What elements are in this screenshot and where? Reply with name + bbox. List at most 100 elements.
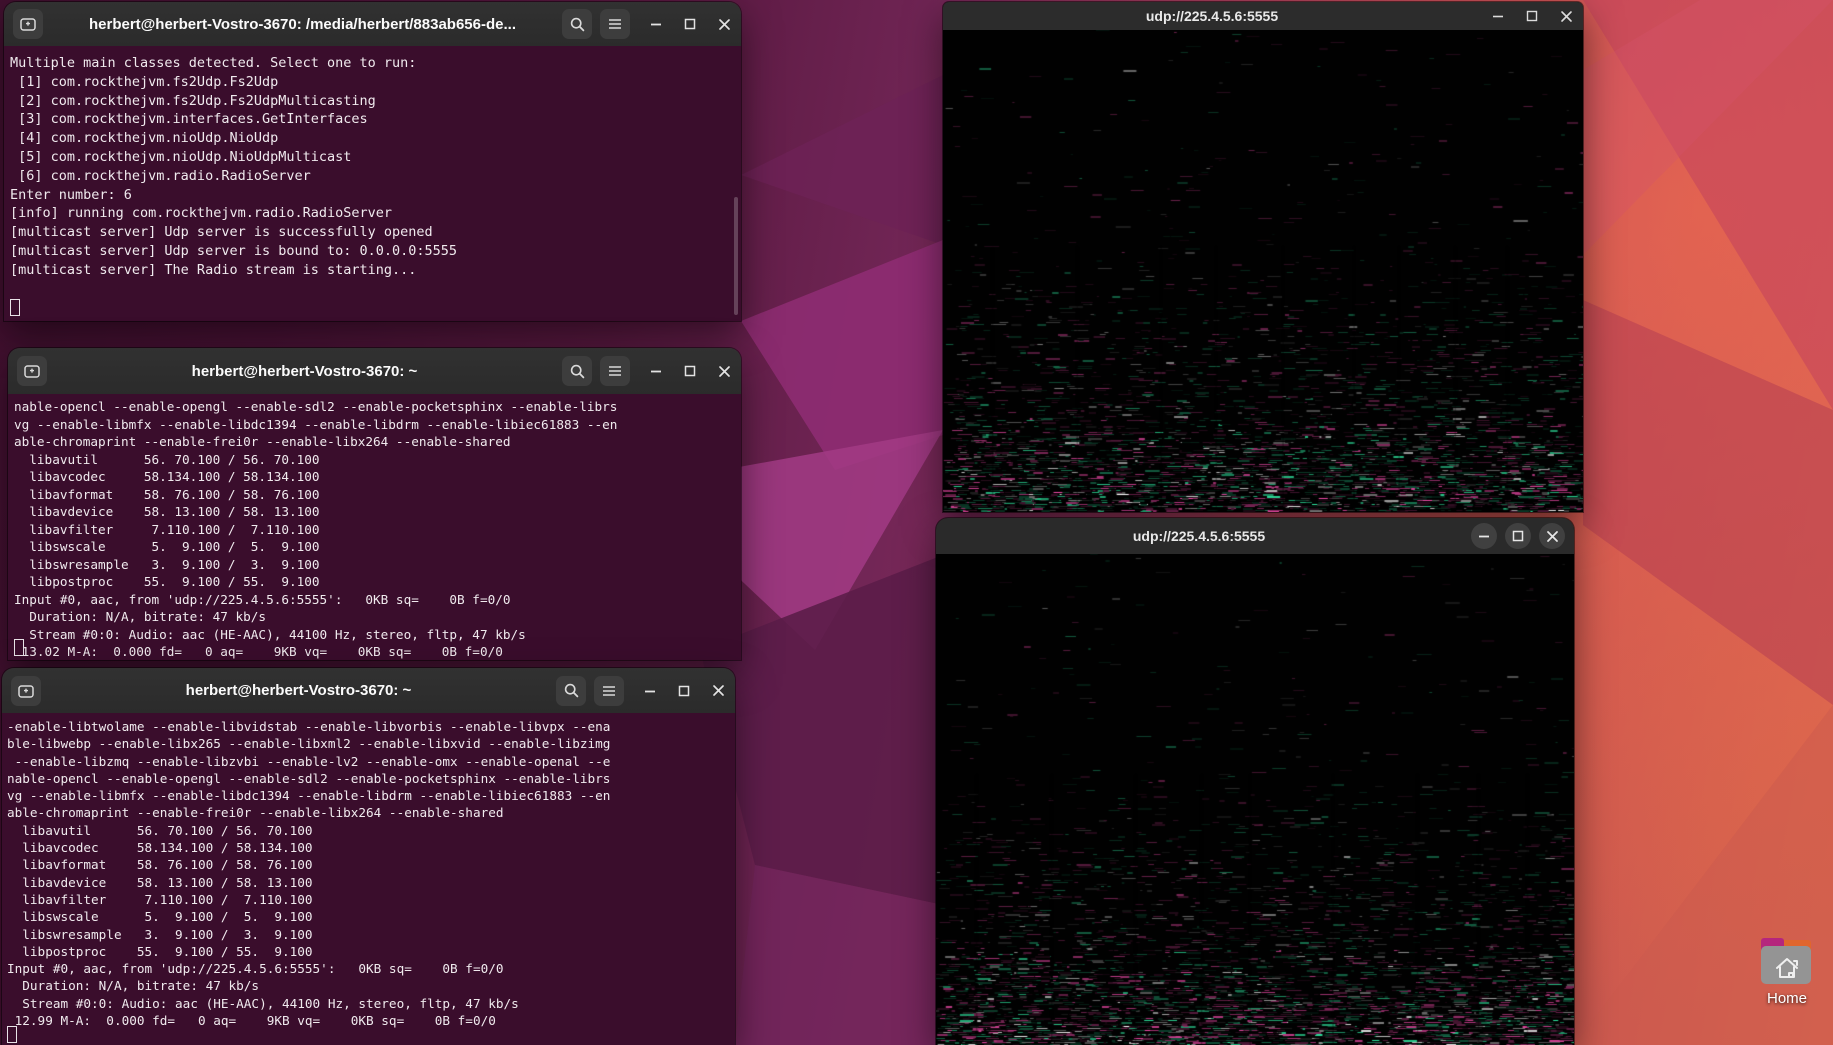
terminal-line: libavdevice 58. 13.100 / 58. 13.100 xyxy=(14,503,741,521)
titlebar[interactable]: herbert@herbert-Vostro-3670: ~ xyxy=(2,668,735,713)
terminal-line: libavcodec 58.134.100 / 58.134.100 xyxy=(7,839,735,856)
close-icon xyxy=(1560,10,1573,23)
terminal-line: [5] com.rockthejvm.nioUdp.NioUdpMulticas… xyxy=(10,148,741,167)
search-icon xyxy=(570,364,585,379)
hamburger-menu-icon xyxy=(608,365,622,377)
terminal-line: Duration: N/A, bitrate: 47 kb/s xyxy=(7,977,735,994)
maximize-icon xyxy=(1512,530,1524,542)
maximize-icon xyxy=(684,18,696,30)
menu-button[interactable] xyxy=(594,676,624,706)
maximize-button[interactable] xyxy=(1505,523,1531,549)
titlebar[interactable]: udp://225.4.5.6:5555 xyxy=(943,2,1583,30)
minimize-icon xyxy=(650,369,662,373)
titlebar[interactable]: herbert@herbert-Vostro-3670: /media/herb… xyxy=(4,2,741,46)
new-tab-button[interactable] xyxy=(17,356,47,386)
terminal-line: libavutil 56. 70.100 / 56. 70.100 xyxy=(7,822,735,839)
terminal-line: vg --enable-libmfx --enable-libdc1394 --… xyxy=(14,416,741,434)
terminal-line: [6] com.rockthejvm.radio.RadioServer xyxy=(10,167,741,186)
terminal-line: Stream #0:0: Audio: aac (HE-AAC), 44100 … xyxy=(7,995,735,1012)
window-title: udp://225.4.5.6:5555 xyxy=(952,8,1472,24)
terminal-line: [multicast server] Udp server is success… xyxy=(10,223,741,242)
new-tab-button[interactable] xyxy=(13,9,43,39)
maximize-icon xyxy=(678,685,690,697)
minimize-icon xyxy=(1478,534,1490,538)
minimize-icon xyxy=(644,689,656,693)
terminal-line: nable-opencl --enable-opengl --enable-sd… xyxy=(7,770,735,787)
terminal-line: libswscale 5. 9.100 / 5. 9.100 xyxy=(7,908,735,925)
close-icon xyxy=(718,365,731,378)
terminal-cursor xyxy=(7,1026,17,1043)
terminal-line: libpostproc 55. 9.100 / 55. 9.100 xyxy=(14,573,741,591)
titlebar[interactable]: udp://225.4.5.6:5555 xyxy=(936,518,1574,554)
new-tab-icon xyxy=(24,364,40,378)
close-button[interactable] xyxy=(710,683,726,699)
close-button[interactable] xyxy=(1539,523,1565,549)
window-title: herbert@herbert-Vostro-3670: ~ xyxy=(49,682,548,699)
video-window-2: udp://225.4.5.6:5555 xyxy=(936,518,1574,1045)
home-folder-icon xyxy=(1758,936,1816,986)
maximize-icon xyxy=(1526,10,1538,22)
window-title: herbert@herbert-Vostro-3670: /media/herb… xyxy=(51,16,554,33)
terminal-output[interactable]: Multiple main classes detected. Select o… xyxy=(4,46,741,321)
terminal-line: libswscale 5. 9.100 / 5. 9.100 xyxy=(14,538,741,556)
close-icon xyxy=(718,18,731,31)
search-button[interactable] xyxy=(556,676,586,706)
terminal-line: libavformat 58. 76.100 / 58. 76.100 xyxy=(14,486,741,504)
home-icon-label: Home xyxy=(1767,990,1807,1007)
maximize-button[interactable] xyxy=(682,363,698,379)
minimize-button[interactable] xyxy=(1490,8,1506,24)
maximize-button[interactable] xyxy=(676,683,692,699)
close-icon xyxy=(1546,530,1559,543)
terminal-line: [1] com.rockthejvm.fs2Udp.Fs2Udp xyxy=(10,73,741,92)
terminal-line: -enable-libtwolame --enable-libvidstab -… xyxy=(7,718,735,735)
new-tab-icon xyxy=(18,684,34,698)
maximize-button[interactable] xyxy=(1524,8,1540,24)
minimize-icon xyxy=(650,22,662,26)
terminal-output[interactable]: nable-opencl --enable-opengl --enable-sd… xyxy=(8,394,741,660)
video-window-1: udp://225.4.5.6:5555 xyxy=(943,2,1583,512)
terminal-line: [2] com.rockthejvm.fs2Udp.Fs2UdpMulticas… xyxy=(10,92,741,111)
close-button[interactable] xyxy=(716,16,732,32)
terminal-line: able-chromaprint --enable-frei0r --enabl… xyxy=(14,433,741,451)
desktop-home-icon[interactable]: Home xyxy=(1750,936,1824,1007)
terminal-line: libavfilter 7.110.100 / 7.110.100 xyxy=(14,521,741,539)
maximize-button[interactable] xyxy=(682,16,698,32)
terminal-cursor xyxy=(10,299,20,316)
minimize-button[interactable] xyxy=(642,683,658,699)
terminal-window-3: herbert@herbert-Vostro-3670: ~ -enable-l… xyxy=(2,668,735,1045)
window-title: udp://225.4.5.6:5555 xyxy=(945,528,1453,544)
terminal-line: libpostproc 55. 9.100 / 55. 9.100 xyxy=(7,943,735,960)
terminal-output[interactable]: -enable-libtwolame --enable-libvidstab -… xyxy=(2,713,735,1045)
menu-button[interactable] xyxy=(600,9,630,39)
close-icon xyxy=(712,684,725,697)
search-icon xyxy=(564,683,579,698)
terminal-line: libavutil 56. 70.100 / 56. 70.100 xyxy=(14,451,741,469)
terminal-scrollbar[interactable] xyxy=(734,197,738,315)
terminal-line: --enable-libzmq --enable-libzvbi --enabl… xyxy=(7,753,735,770)
minimize-button[interactable] xyxy=(648,16,664,32)
terminal-line: Input #0, aac, from 'udp://225.4.5.6:555… xyxy=(7,960,735,977)
terminal-line: Enter number: 6 xyxy=(10,186,741,205)
new-tab-button[interactable] xyxy=(11,676,41,706)
terminal-window-1: herbert@herbert-Vostro-3670: /media/herb… xyxy=(4,2,741,321)
terminal-line: libswresample 3. 9.100 / 3. 9.100 xyxy=(7,926,735,943)
minimize-icon xyxy=(1492,14,1504,18)
terminal-line: 13.02 M-A: 0.000 fd= 0 aq= 9KB vq= 0KB s… xyxy=(14,643,741,660)
maximize-icon xyxy=(684,365,696,377)
terminal-line: vg --enable-libmfx --enable-libdc1394 --… xyxy=(7,787,735,804)
titlebar[interactable]: herbert@herbert-Vostro-3670: ~ xyxy=(8,348,741,394)
search-icon xyxy=(570,17,585,32)
menu-button[interactable] xyxy=(600,356,630,386)
minimize-button[interactable] xyxy=(648,363,664,379)
close-button[interactable] xyxy=(716,363,732,379)
terminal-line: ble-libwebp --enable-libx265 --enable-li… xyxy=(7,735,735,752)
terminal-line: libavformat 58. 76.100 / 58. 76.100 xyxy=(7,856,735,873)
search-button[interactable] xyxy=(562,356,592,386)
video-stream-surface[interactable] xyxy=(943,30,1583,512)
terminal-line: [info] running com.rockthejvm.radio.Radi… xyxy=(10,204,741,223)
close-button[interactable] xyxy=(1558,8,1574,24)
minimize-button[interactable] xyxy=(1471,523,1497,549)
hamburger-menu-icon xyxy=(602,685,616,697)
search-button[interactable] xyxy=(562,9,592,39)
video-stream-surface[interactable] xyxy=(936,554,1574,1045)
